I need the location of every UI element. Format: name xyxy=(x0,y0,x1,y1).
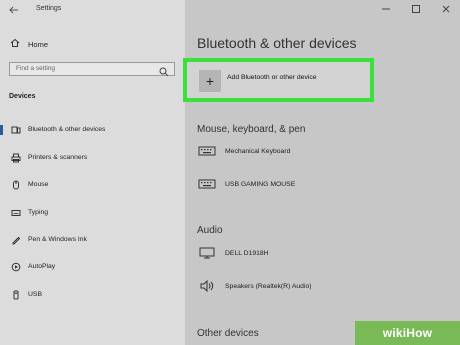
title-bar: Settings xyxy=(0,0,460,22)
home-icon xyxy=(10,38,20,50)
sidebar-item-label: Pen & Windows Ink xyxy=(28,236,87,243)
minimize-icon[interactable] xyxy=(380,4,392,16)
section-title-mouse-keyboard-pen: Mouse, keyboard, & pen xyxy=(197,124,306,135)
sidebar-item-label: AutoPlay xyxy=(28,263,56,270)
sidebar-item-label: Bluetooth & other devices xyxy=(28,126,106,133)
section-title-audio: Audio xyxy=(197,225,223,236)
keyboard-icon xyxy=(197,145,217,157)
maximize-icon[interactable] xyxy=(410,4,422,16)
device-item[interactable]: DELL D1918H xyxy=(197,247,269,259)
main-panel xyxy=(185,0,460,345)
sidebar-item-label: USB xyxy=(28,291,42,298)
printer-icon xyxy=(11,153,21,163)
add-device-button[interactable]: + Add Bluetooth or other device xyxy=(183,58,374,102)
keyboard-icon xyxy=(11,208,21,218)
devices-section-title: Devices xyxy=(9,93,36,100)
device-name: DELL D1918H xyxy=(225,249,269,257)
add-device-label: Add Bluetooth or other device xyxy=(227,74,317,81)
device-item[interactable]: Mechanical Keyboard xyxy=(197,145,290,157)
sidebar-item-autoplay[interactable]: AutoPlay xyxy=(0,259,185,275)
plus-icon: + xyxy=(199,70,221,92)
sidebar-item-usb[interactable]: USB xyxy=(0,287,185,303)
sidebar-item-printers[interactable]: Printers & scanners xyxy=(0,150,185,166)
pen-icon xyxy=(11,235,21,245)
sidebar-item-mouse[interactable]: Mouse xyxy=(0,177,185,193)
home-label: Home xyxy=(28,39,49,49)
close-icon[interactable] xyxy=(440,4,452,16)
bluetooth-icon xyxy=(11,125,21,135)
sidebar-item-typing[interactable]: Typing xyxy=(0,205,185,221)
usb-icon xyxy=(11,290,21,300)
device-name: USB GAMING MOUSE xyxy=(225,180,296,188)
mouse-icon xyxy=(11,180,21,190)
sidebar-item-pen[interactable]: Pen & Windows Ink xyxy=(0,232,185,248)
keyboard-icon xyxy=(197,178,217,190)
monitor-icon xyxy=(197,247,217,259)
device-item[interactable]: USB GAMING MOUSE xyxy=(197,178,295,190)
sidebar-item-label: Typing xyxy=(28,209,49,216)
back-arrow-icon[interactable] xyxy=(8,4,22,18)
search-placeholder: Find a setting xyxy=(16,65,56,72)
search-input[interactable]: Find a setting xyxy=(9,62,175,77)
device-item[interactable]: Speakers (Realtek(R) Audio) xyxy=(197,280,312,292)
speaker-icon xyxy=(197,280,217,292)
page-title: Bluetooth & other devices xyxy=(197,35,357,51)
device-name: Speakers (Realtek(R) Audio) xyxy=(225,282,312,290)
autoplay-icon xyxy=(11,262,21,272)
wikihow-watermark: wikiHow xyxy=(355,321,460,345)
home-nav-item[interactable]: Home xyxy=(10,38,48,50)
active-indicator xyxy=(0,125,3,135)
section-title-other-devices: Other devices xyxy=(197,328,259,339)
device-name: Mechanical Keyboard xyxy=(225,147,291,155)
sidebar-item-label: Printers & scanners xyxy=(28,154,88,161)
window-controls xyxy=(380,4,452,16)
search-icon[interactable] xyxy=(159,64,169,77)
sidebar-item-bluetooth[interactable]: Bluetooth & other devices xyxy=(0,122,185,138)
window-title: Settings xyxy=(36,5,62,12)
sidebar-item-label: Mouse xyxy=(28,181,49,188)
